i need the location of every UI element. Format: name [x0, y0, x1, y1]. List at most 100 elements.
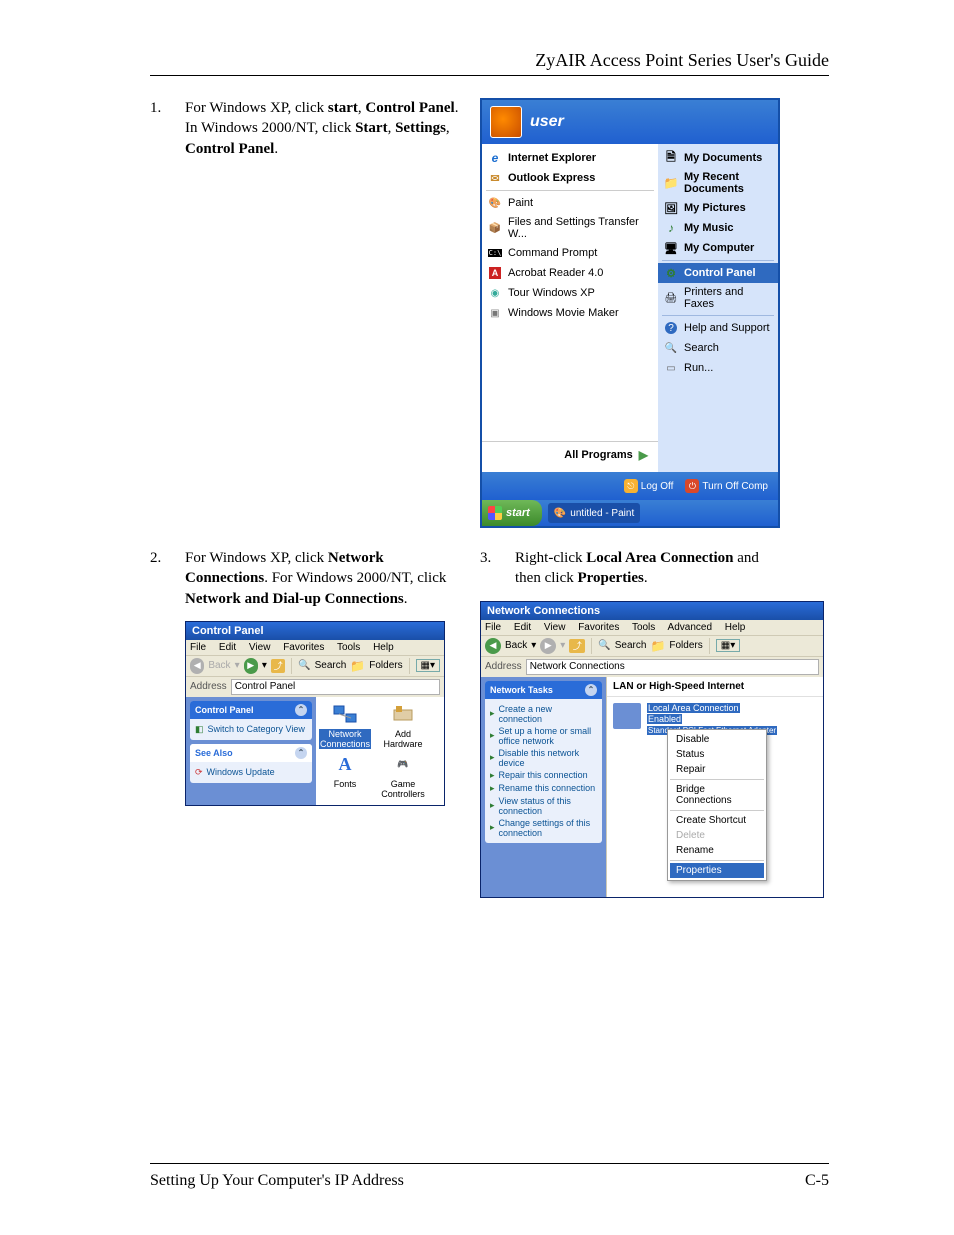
- start-item-run[interactable]: Run...: [658, 358, 778, 378]
- search-icon: 🔍: [598, 640, 610, 651]
- connection-status: Enabled: [647, 714, 682, 724]
- ctx-disable[interactable]: Disable: [670, 732, 764, 747]
- forward-button[interactable]: ▶: [540, 638, 556, 654]
- start-item-mydocs[interactable]: My Documents: [658, 148, 778, 168]
- forward-button[interactable]: ▶: [244, 658, 258, 674]
- start-item-controlpanel[interactable]: Control Panel: [658, 263, 778, 283]
- sidebar-header-seealso[interactable]: See Also ⌃: [190, 744, 312, 762]
- task-link[interactable]: ▸View status of this connection: [490, 795, 597, 817]
- fonts-icon: A: [331, 753, 359, 777]
- start-item-paint[interactable]: Paint: [482, 193, 658, 213]
- outlook-icon: [488, 171, 502, 185]
- search-label[interactable]: Search: [615, 640, 647, 651]
- logoff-button[interactable]: ⎋Log Off: [620, 477, 678, 495]
- sidebar-header-cp[interactable]: Control Panel ⌃: [190, 701, 312, 719]
- start-item-mypics[interactable]: My Pictures: [658, 198, 778, 218]
- windows-update-link[interactable]: ⟳Windows Update: [195, 766, 307, 779]
- menu-tools[interactable]: Tools: [337, 642, 360, 653]
- start-item-mycomputer[interactable]: My Computer: [658, 238, 778, 258]
- folders-label[interactable]: Folders: [669, 640, 702, 651]
- group-header: LAN or High-Speed Internet: [607, 677, 823, 697]
- menu-advanced[interactable]: Advanced: [668, 622, 712, 633]
- task-icon: ▸: [490, 822, 495, 833]
- back-button[interactable]: ◀: [485, 638, 501, 654]
- ctx-properties[interactable]: Properties: [670, 863, 764, 878]
- icon-network-connections[interactable]: Network Connections: [320, 703, 370, 749]
- scroll-down-icon[interactable]: ▼: [606, 887, 607, 897]
- footer-right: C-5: [805, 1172, 829, 1190]
- documents-icon: [664, 151, 678, 165]
- up-button[interactable]: ⤴: [271, 659, 285, 673]
- turnoff-button[interactable]: ⏻Turn Off Comp: [681, 477, 772, 495]
- task-icon: ▸: [490, 800, 495, 811]
- scroll-up-icon[interactable]: ▲: [606, 677, 607, 687]
- menu-tools[interactable]: Tools: [632, 622, 655, 633]
- taskbar-item-paint[interactable]: untitled - Paint: [548, 503, 640, 523]
- ctx-rename[interactable]: Rename: [670, 843, 764, 858]
- icon-fonts[interactable]: A Fonts: [320, 753, 370, 799]
- step-3-body: Right-click Local Area Connection and th…: [515, 548, 780, 589]
- header-rule: [150, 75, 829, 76]
- start-item-mymusic[interactable]: My Music: [658, 218, 778, 238]
- menu-file[interactable]: File: [190, 642, 206, 653]
- start-item-cmd[interactable]: Command Prompt: [482, 243, 658, 263]
- menu-view[interactable]: View: [249, 642, 271, 653]
- switch-category-link[interactable]: ◧Switch to Category View: [195, 723, 307, 736]
- start-item-acrobat[interactable]: Acrobat Reader 4.0: [482, 263, 658, 283]
- menu-edit[interactable]: Edit: [514, 622, 531, 633]
- step-2-body: For Windows XP, click Network Connection…: [185, 548, 460, 609]
- all-programs[interactable]: All Programs ▶: [482, 441, 658, 468]
- menu-file[interactable]: File: [485, 622, 501, 633]
- step-2: 2. For Windows XP, click Network Connect…: [150, 548, 460, 609]
- back-label: Back: [505, 640, 527, 651]
- views-button[interactable]: ▦▾: [416, 659, 440, 672]
- menu-view[interactable]: View: [544, 622, 566, 633]
- start-item-recent[interactable]: My Recent Documents: [658, 168, 778, 198]
- start-item-search[interactable]: Search: [658, 338, 778, 358]
- start-button[interactable]: start: [482, 500, 542, 526]
- menu-favorites[interactable]: Favorites: [578, 622, 619, 633]
- menu-help[interactable]: Help: [373, 642, 394, 653]
- page-footer: Setting Up Your Computer's IP Address C-…: [150, 1163, 829, 1190]
- folders-label[interactable]: Folders: [369, 660, 402, 671]
- task-link[interactable]: ▸Set up a home or small office network: [490, 725, 597, 747]
- sidebar-header-tasks[interactable]: Network Tasks ⌃: [485, 681, 602, 699]
- footer-rule: [150, 1163, 829, 1164]
- ctx-status[interactable]: Status: [670, 747, 764, 762]
- start-item-outlook[interactable]: Outlook Express: [482, 168, 658, 188]
- task-link[interactable]: ▸Change settings of this connection: [490, 817, 597, 839]
- step-1-num: 1.: [150, 98, 161, 118]
- ctx-repair[interactable]: Repair: [670, 762, 764, 777]
- task-link[interactable]: ▸Create a new connection: [490, 703, 597, 725]
- menu-favorites[interactable]: Favorites: [283, 642, 324, 653]
- nc-main-pane: ▲ ▼ LAN or High-Speed Internet Local Are…: [606, 677, 823, 897]
- scrollbar[interactable]: ▲ ▼: [606, 677, 607, 897]
- task-icon: ▸: [490, 730, 495, 741]
- start-item-printers[interactable]: Printers and Faxes: [658, 283, 778, 313]
- task-link[interactable]: ▸Disable this network device: [490, 747, 597, 769]
- ctx-create-shortcut[interactable]: Create Shortcut: [670, 813, 764, 828]
- start-item-fast[interactable]: Files and Settings Transfer W...: [482, 213, 658, 243]
- toolbar: ◀ Back ▾ ▶ ▾ ⤴ 🔍 Search Folders ▦▾: [481, 635, 823, 657]
- start-menu-right-pane: My Documents My Recent Documents My Pict…: [658, 144, 778, 472]
- back-button[interactable]: ◀: [190, 658, 204, 674]
- menu-edit[interactable]: Edit: [219, 642, 236, 653]
- task-link[interactable]: ▸Rename this connection: [490, 782, 597, 795]
- search-label[interactable]: Search: [315, 660, 347, 671]
- connection-name: Local Area Connection: [647, 703, 740, 713]
- address-input[interactable]: [526, 659, 819, 675]
- start-item-tour[interactable]: Tour Windows XP: [482, 283, 658, 303]
- views-button[interactable]: ▦▾: [716, 639, 740, 652]
- power-icon: ⏻: [685, 479, 699, 493]
- start-menu-footer: ⎋Log Off ⏻Turn Off Comp: [482, 472, 778, 500]
- menu-help[interactable]: Help: [725, 622, 746, 633]
- up-button[interactable]: ⤴: [569, 639, 585, 653]
- icon-add-hardware[interactable]: Add Hardware: [378, 703, 428, 749]
- task-link[interactable]: ▸Repair this connection: [490, 769, 597, 782]
- start-item-ie[interactable]: Internet Explorer: [482, 148, 658, 168]
- start-item-help[interactable]: Help and Support: [658, 318, 778, 338]
- icon-game-controllers[interactable]: 🎮 Game Controllers: [378, 753, 428, 799]
- start-item-moviemaker[interactable]: Windows Movie Maker: [482, 303, 658, 323]
- address-input[interactable]: [231, 679, 440, 695]
- ctx-bridge-connections[interactable]: Bridge Connections: [670, 782, 764, 808]
